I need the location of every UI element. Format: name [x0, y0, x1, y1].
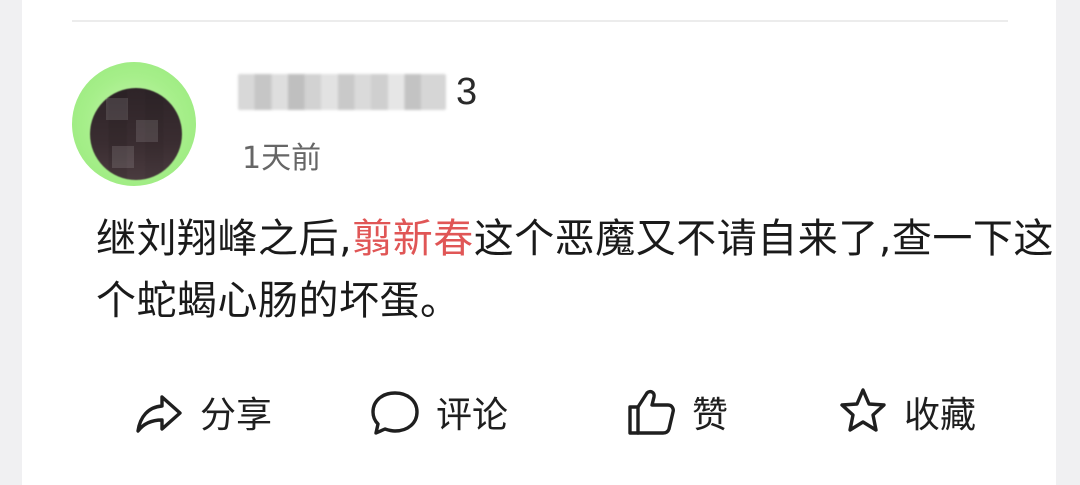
- comment-button[interactable]: 评论: [368, 380, 508, 444]
- post-content: 继刘翔峰之后,翦新春这个恶魔又不请自来了,查一下这个蛇蝎心肠的坏蛋。: [96, 208, 1056, 332]
- like-button[interactable]: 赞: [624, 380, 728, 444]
- avatar-mosaic-block: [106, 98, 128, 120]
- post-content-text: 继刘翔峰之后,: [96, 216, 353, 262]
- share-button[interactable]: 分享: [132, 380, 272, 444]
- post-card: 3 1天前 继刘翔峰之后,翦新春这个恶魔又不请自来了,查一下这个蛇蝎心肠的坏蛋。…: [22, 0, 1056, 485]
- timestamp: 1天前: [242, 141, 322, 176]
- top-divider: [72, 20, 1008, 22]
- username-blurred: [238, 74, 446, 110]
- username-visible-suffix: 3: [456, 71, 478, 113]
- avatar-mosaic-block: [136, 120, 158, 142]
- share-arrow-icon: [136, 395, 182, 433]
- avatar-mosaic-block: [112, 146, 134, 168]
- star-icon: [840, 388, 886, 432]
- highlighted-name[interactable]: 翦新春: [352, 216, 474, 262]
- collect-label: 收藏: [904, 395, 977, 436]
- share-label: 分享: [200, 395, 273, 436]
- avatar[interactable]: [72, 62, 196, 186]
- thumbs-up-icon: [628, 389, 675, 435]
- username[interactable]: 3: [238, 72, 486, 112]
- speech-bubble-icon: [371, 391, 419, 435]
- like-label: 赞: [692, 395, 729, 436]
- action-bar: 分享 评论 赞 收藏: [22, 380, 1056, 444]
- comment-label: 评论: [436, 395, 509, 436]
- collect-button[interactable]: 收藏: [836, 380, 976, 444]
